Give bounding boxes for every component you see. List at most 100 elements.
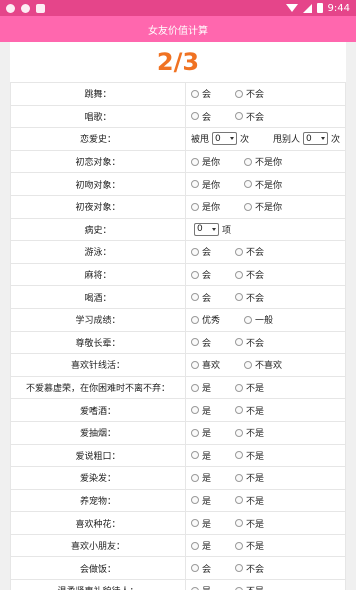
radio-button[interactable] bbox=[235, 270, 244, 279]
radio-button[interactable] bbox=[235, 89, 244, 98]
radio-option[interactable]: 是 bbox=[191, 494, 211, 507]
dumped-count-select[interactable]: 0 bbox=[212, 132, 238, 146]
radio-option[interactable]: 是你 bbox=[191, 178, 220, 191]
radio-option[interactable]: 不会 bbox=[235, 291, 264, 304]
radio-button[interactable] bbox=[235, 564, 244, 573]
radio-option[interactable]: 是 bbox=[191, 426, 211, 439]
radio-button[interactable] bbox=[244, 315, 253, 324]
radio-button[interactable] bbox=[191, 338, 199, 347]
radio-button[interactable] bbox=[191, 473, 199, 482]
radio-button[interactable] bbox=[191, 360, 199, 369]
radio-option[interactable]: 不是你 bbox=[244, 200, 282, 213]
radio-button[interactable] bbox=[191, 247, 199, 256]
radio-button[interactable] bbox=[235, 428, 244, 437]
radio-option[interactable]: 会 bbox=[191, 291, 211, 304]
radio-option[interactable]: 不是 bbox=[235, 426, 264, 439]
radio-button[interactable] bbox=[191, 496, 199, 505]
radio-button[interactable] bbox=[244, 202, 253, 211]
question-label: 尊敬长辈： bbox=[75, 338, 121, 349]
radio-button[interactable] bbox=[235, 473, 244, 482]
dumping-count-select[interactable]: 0 bbox=[303, 132, 329, 146]
radio-option[interactable]: 不是 bbox=[235, 494, 264, 507]
radio-button[interactable] bbox=[235, 451, 244, 460]
radio-option[interactable]: 优秀 bbox=[191, 313, 220, 326]
radio-button[interactable] bbox=[191, 202, 199, 211]
radio-button[interactable] bbox=[244, 180, 253, 189]
radio-option[interactable]: 不喜欢 bbox=[244, 358, 282, 371]
radio-button[interactable] bbox=[191, 383, 199, 392]
question-row: 尊敬长辈： 会 不会 bbox=[10, 330, 346, 355]
radio-button[interactable] bbox=[191, 89, 199, 98]
radio-option-label: 是 bbox=[202, 451, 212, 462]
radio-option[interactable]: 会 bbox=[191, 245, 211, 258]
answer-line: 会 不会 bbox=[191, 336, 345, 349]
question-row: 喜欢小朋友： 是 不是 bbox=[10, 533, 346, 558]
radio-option[interactable]: 是你 bbox=[191, 200, 220, 213]
radio-button[interactable] bbox=[235, 247, 244, 256]
radio-button[interactable] bbox=[191, 112, 199, 121]
radio-option[interactable]: 不是 bbox=[235, 539, 264, 552]
radio-option[interactable]: 不是 bbox=[235, 471, 264, 484]
radio-option[interactable]: 不是 bbox=[235, 517, 264, 530]
radio-button[interactable] bbox=[191, 541, 199, 550]
radio-button[interactable] bbox=[235, 383, 244, 392]
radio-option[interactable]: 不是 bbox=[235, 381, 264, 394]
answer-line: 是你 不是你 bbox=[191, 155, 345, 168]
radio-button[interactable] bbox=[191, 315, 199, 324]
radio-option[interactable]: 不是 bbox=[235, 584, 264, 590]
radio-button[interactable] bbox=[191, 428, 199, 437]
radio-option[interactable]: 会 bbox=[191, 336, 211, 349]
radio-option[interactable]: 是 bbox=[191, 449, 211, 462]
radio-button[interactable] bbox=[191, 157, 199, 166]
question-label: 跳舞： bbox=[84, 90, 112, 101]
radio-button[interactable] bbox=[191, 451, 199, 460]
radio-button[interactable] bbox=[191, 270, 199, 279]
radio-option[interactable]: 是 bbox=[191, 471, 211, 484]
radio-option[interactable]: 不是 bbox=[235, 404, 264, 417]
radio-option[interactable]: 不会 bbox=[235, 245, 264, 258]
answer-cell: 喜欢 不喜欢 bbox=[185, 353, 346, 377]
radio-option[interactable]: 是你 bbox=[191, 155, 220, 168]
radio-option[interactable]: 喜欢 bbox=[191, 358, 220, 371]
radio-button[interactable] bbox=[235, 496, 244, 505]
question-label-cell: 爱抽烟： bbox=[10, 420, 186, 445]
radio-button[interactable] bbox=[191, 519, 199, 528]
radio-button[interactable] bbox=[244, 157, 253, 166]
radio-option[interactable]: 是 bbox=[191, 517, 211, 530]
radio-option[interactable]: 是 bbox=[191, 584, 211, 590]
radio-option[interactable]: 会 bbox=[191, 87, 211, 100]
radio-option[interactable]: 会 bbox=[191, 268, 211, 281]
radio-option[interactable]: 是 bbox=[191, 404, 211, 417]
radio-button[interactable] bbox=[235, 406, 244, 415]
radio-option[interactable]: 会 bbox=[191, 110, 211, 123]
radio-option[interactable]: 是 bbox=[191, 381, 211, 394]
illness-count-select[interactable]: 0 bbox=[194, 222, 219, 236]
radio-option-label: 不是你 bbox=[255, 180, 283, 191]
radio-button[interactable] bbox=[235, 293, 244, 302]
radio-option-label: 不是 bbox=[246, 451, 265, 462]
answer-line: 会 不会 bbox=[191, 245, 345, 258]
radio-option[interactable]: 不会 bbox=[235, 268, 264, 281]
radio-button[interactable] bbox=[191, 180, 199, 189]
radio-button[interactable] bbox=[191, 293, 199, 302]
radio-option[interactable]: 不是 bbox=[235, 449, 264, 462]
radio-button[interactable] bbox=[235, 338, 244, 347]
radio-button[interactable] bbox=[235, 112, 244, 121]
radio-button[interactable] bbox=[244, 360, 253, 369]
radio-button[interactable] bbox=[191, 406, 199, 415]
radio-option[interactable]: 不会 bbox=[235, 562, 264, 575]
radio-option[interactable]: 不会 bbox=[235, 87, 264, 100]
question-label: 爱染发： bbox=[79, 474, 116, 485]
radio-option[interactable]: 会 bbox=[191, 562, 211, 575]
radio-button[interactable] bbox=[191, 564, 199, 573]
radio-option[interactable]: 不是你 bbox=[244, 155, 282, 168]
radio-option[interactable]: 是 bbox=[191, 539, 211, 552]
radio-option[interactable]: 不会 bbox=[235, 336, 264, 349]
app-title: 女友价值计算 bbox=[148, 25, 208, 37]
radio-option[interactable]: 不是你 bbox=[244, 178, 282, 191]
radio-button[interactable] bbox=[235, 541, 244, 550]
radio-button[interactable] bbox=[235, 519, 244, 528]
radio-option[interactable]: 不会 bbox=[235, 110, 264, 123]
radio-option[interactable]: 一般 bbox=[244, 313, 273, 326]
question-label: 爱抽烟： bbox=[79, 429, 116, 440]
